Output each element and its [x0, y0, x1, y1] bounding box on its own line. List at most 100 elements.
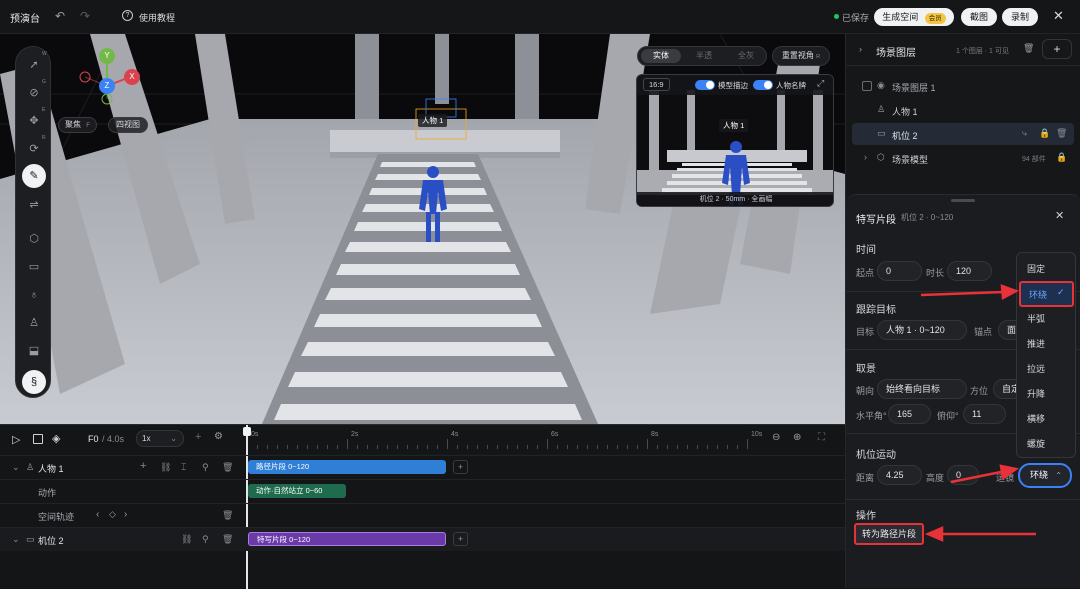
link-icon[interactable]: ⛓ — [181, 534, 192, 545]
gizmo-y-axis[interactable]: Y — [99, 48, 115, 64]
dropdown-option-crane[interactable]: 升降 — [1017, 382, 1073, 406]
distance-input[interactable]: 4.25 — [877, 465, 922, 485]
expand-chevron-icon[interactable]: ⌄ — [12, 462, 20, 473]
fit-icon[interactable]: ⛶ — [818, 432, 825, 443]
tilt-input[interactable]: 11 — [963, 404, 1006, 424]
layer-item-scene-layer[interactable]: ◉ 场景图层 1 — [852, 75, 1074, 97]
rotate-icon[interactable]: ⟳ — [26, 141, 42, 157]
settings-sliders-icon[interactable]: ⚙ — [214, 431, 223, 442]
drag-handle[interactable] — [951, 199, 975, 202]
collapse-icon[interactable]: › — [859, 44, 862, 54]
dropdown-option-pull[interactable]: 拉远 — [1017, 357, 1073, 381]
action-clip[interactable]: 动作·自然站立 0~60 — [248, 484, 346, 498]
3d-viewport[interactable]: Y Z X 聚焦 F 四视图 ➚ W ⊘ G ✥ E ⟳ R ✎ ⇌ ⬡ ▭ ♁… — [0, 34, 845, 424]
axis-gizmo[interactable]: Y Z X — [60, 44, 150, 124]
gizmo-x-axis[interactable]: X — [124, 69, 140, 85]
dropdown-option-push[interactable]: 推进 — [1017, 332, 1073, 356]
dropdown-option-orbit[interactable]: 环绕 ✓ — [1019, 281, 1074, 307]
close-icon[interactable]: ✕ — [1055, 209, 1064, 222]
expand-chevron-icon[interactable]: ⌄ — [12, 534, 20, 545]
keyframe-icon[interactable]: ◈ — [52, 432, 60, 445]
move-icon[interactable]: ✥ — [26, 113, 42, 129]
gizmo-z-axis[interactable]: Z — [99, 78, 115, 94]
camera-icon[interactable]: ▭ — [26, 259, 42, 275]
outline-toggle[interactable] — [695, 80, 715, 90]
person-icon[interactable]: ♙ — [26, 315, 42, 331]
layer-item-camera[interactable]: ▭ 机位 2 ⤷ 🔒 🗑 — [852, 123, 1074, 145]
path-icon[interactable]: ⇌ — [26, 197, 42, 213]
mode-gray[interactable]: 全灰 — [726, 49, 766, 63]
start-input[interactable]: 0 — [877, 261, 922, 281]
prev-key-icon[interactable]: ‹ — [96, 509, 99, 520]
add-clip-button[interactable]: + — [453, 460, 468, 474]
record-button[interactable]: 录制 — [1002, 8, 1038, 26]
stop-icon[interactable] — [33, 434, 43, 444]
play-icon[interactable]: ▷ — [12, 433, 20, 446]
undo-icon[interactable]: ↶ — [55, 9, 65, 23]
delete-icon[interactable]: 🗑 — [222, 534, 233, 545]
orbit-icon[interactable]: ⊘ — [26, 85, 42, 101]
generate-space-button[interactable]: 生成空间 会员 — [874, 8, 954, 26]
path-clip[interactable]: 路径片段 0~120 — [248, 460, 446, 474]
screenshot-button[interactable]: 截图 — [961, 8, 997, 26]
dropdown-option-fixed[interactable]: 固定 — [1017, 257, 1073, 281]
pin-icon[interactable]: ⚲ — [202, 462, 209, 473]
convert-to-path-button[interactable]: 转为路径片段 — [854, 523, 924, 545]
target-link-icon[interactable]: ⤷ — [1022, 128, 1027, 139]
script-icon[interactable]: § — [22, 370, 46, 394]
add-track-icon[interactable]: + — [195, 431, 201, 443]
playhead-handle[interactable] — [243, 427, 251, 436]
camera-move-select[interactable]: 环绕 ⌃ — [1018, 463, 1072, 488]
tutorial-link[interactable]: 使用教程 — [139, 11, 175, 24]
focus-button[interactable]: 聚焦 F — [58, 117, 97, 133]
zoom-out-icon[interactable]: ⊖ — [772, 432, 780, 443]
closeup-clip-label: 特写片段 0~120 — [257, 535, 311, 544]
keyframe-diamond-icon[interactable]: ◇ — [109, 509, 116, 520]
layer-item-person[interactable]: ♙ 人物 1 — [852, 99, 1074, 121]
link-icon[interactable]: ⛓ — [160, 462, 171, 473]
zoom-in-icon[interactable]: ⊕ — [793, 432, 801, 443]
nameplate-toggle[interactable] — [753, 80, 773, 90]
layer-checkbox[interactable] — [862, 81, 872, 91]
eye-icon[interactable]: ◉ — [877, 80, 885, 91]
light-icon[interactable]: ♁ — [26, 287, 42, 303]
dropdown-option-truck[interactable]: 横移 — [1017, 407, 1073, 431]
add-icon[interactable]: + — [140, 460, 146, 472]
time-ruler[interactable]: 0s 2s 4s 6s 8s 10s — [247, 425, 762, 452]
aspect-ratio-select[interactable]: 16:9 — [643, 78, 670, 91]
next-key-icon[interactable]: › — [124, 509, 127, 520]
closeup-clip[interactable]: 特写片段 0~120 — [248, 532, 446, 546]
hangle-input[interactable]: 165 — [888, 404, 931, 424]
speed-select[interactable]: 1x ⌄ — [136, 430, 184, 447]
four-view-button[interactable]: 四视图 — [108, 117, 148, 133]
pin-icon[interactable]: ⚲ — [202, 534, 209, 545]
import-icon[interactable]: ⬓ — [26, 343, 42, 359]
trash-icon[interactable]: 🗑 — [1023, 43, 1034, 54]
height-input[interactable]: 0 — [947, 465, 979, 485]
cube-icon[interactable]: ⬡ — [26, 231, 42, 247]
layer-meta: 94 部件 — [1022, 156, 1046, 163]
mode-transparent[interactable]: 半透 — [684, 49, 724, 63]
redo-icon[interactable]: ↷ — [80, 9, 90, 23]
dropdown-option-spiral[interactable]: 螺旋 — [1017, 432, 1073, 456]
delete-icon[interactable]: 🗑 — [222, 510, 233, 521]
select-icon[interactable]: ➚ — [26, 57, 42, 73]
target-select[interactable]: 人物 1 · 0~120 — [877, 320, 967, 340]
close-icon[interactable]: ✕ — [1053, 8, 1064, 24]
delete-icon[interactable]: 🗑 — [222, 462, 233, 473]
facing-select[interactable]: 始终看向目标 — [877, 379, 967, 399]
dropdown-option-arc[interactable]: 半弧 — [1017, 307, 1073, 331]
mode-solid[interactable]: 实体 — [641, 49, 681, 63]
pen-icon[interactable]: ✎ — [22, 164, 46, 188]
duration-input[interactable]: 120 — [947, 261, 992, 281]
expand-icon[interactable]: › — [864, 152, 867, 162]
lock-icon[interactable]: 🔒 — [1056, 152, 1067, 163]
trash-icon[interactable]: 🗑 — [1056, 128, 1067, 139]
expand-icon[interactable]: ⤢ — [817, 78, 824, 89]
layer-item-scene-model[interactable]: › ⬡ 场景模型 94 部件 🔒 — [852, 147, 1074, 169]
reset-view-button[interactable]: 重置视角 R — [772, 46, 830, 66]
lock-icon[interactable]: 🔒 — [1039, 128, 1050, 139]
add-layer-button[interactable]: + — [1042, 39, 1072, 59]
split-icon[interactable]: ⌶ — [181, 462, 186, 473]
add-clip-button[interactable]: + — [453, 532, 468, 546]
